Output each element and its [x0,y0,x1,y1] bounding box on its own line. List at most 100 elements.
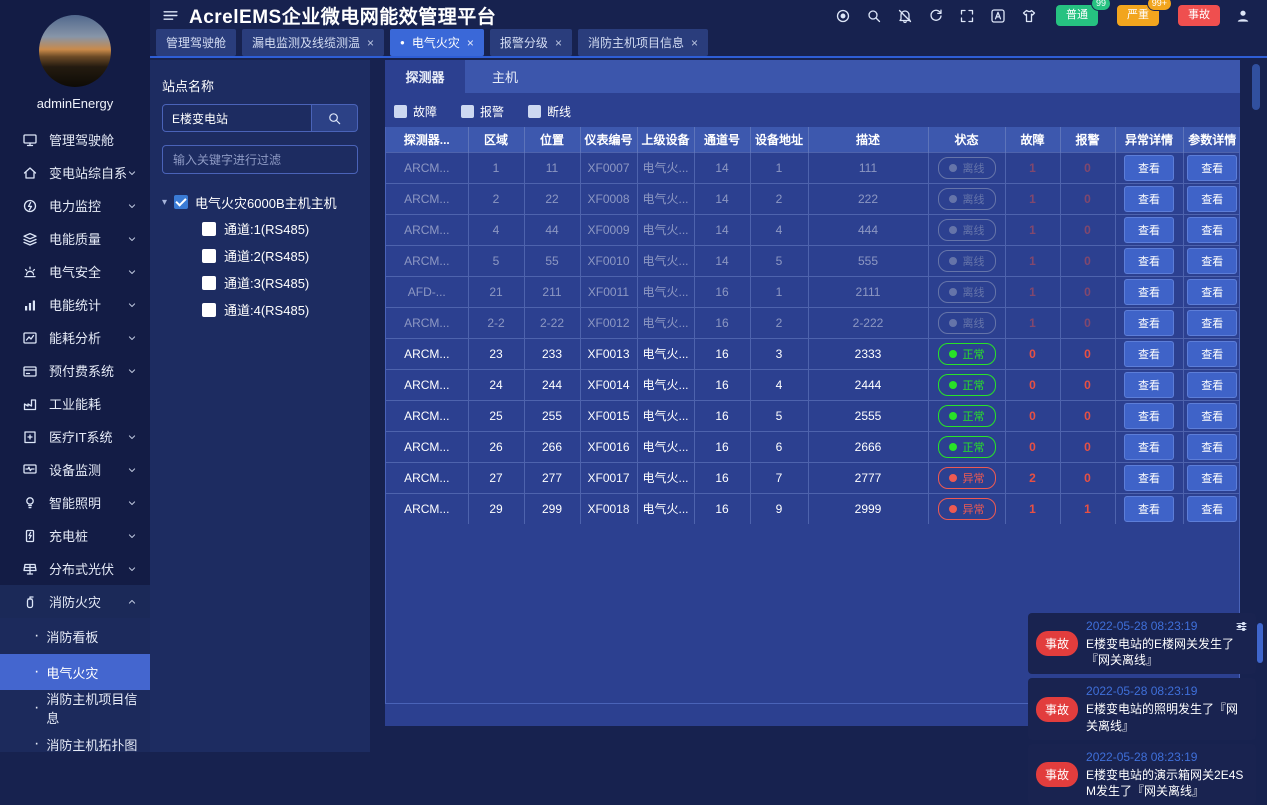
sidebar-item-prepaid[interactable]: 预付费系统 [0,354,150,387]
sidebar-item-device-monitor[interactable]: 设备监测 [0,453,150,486]
filter-checkbox-item[interactable]: 报警 [461,103,504,120]
view-param-button[interactable]: 查看 [1187,341,1237,367]
checkbox-icon[interactable] [528,105,541,118]
alarm-badge-0[interactable]: 普通99 [1056,5,1098,26]
view-param-button[interactable]: 查看 [1187,155,1237,181]
view-param-button[interactable]: 查看 [1187,310,1237,336]
sidebar-item-pv[interactable]: 分布式光伏 [0,552,150,585]
view-abnormal-button[interactable]: 查看 [1124,155,1174,181]
sidebar-item-safety[interactable]: 电气安全 [0,255,150,288]
view-param-button[interactable]: 查看 [1187,279,1237,305]
view-abnormal-button[interactable]: 查看 [1124,465,1174,491]
table-cell: XF0008 [580,183,637,214]
tree-child-node[interactable]: 通道:2(RS485) [162,242,358,269]
checkbox-icon[interactable] [461,105,474,118]
theme-button[interactable] [1021,8,1037,24]
sidebar-item-dashboard[interactable]: 管理驾驶舱 [0,123,150,156]
sidebar-subitem[interactable]: ·消防看板 [0,618,150,654]
tree-filter-input[interactable] [162,145,358,174]
sidebar-item-quality[interactable]: 电能质量 [0,222,150,255]
tree-child-checkbox[interactable] [202,249,216,263]
search-button[interactable] [866,8,882,24]
header-tab[interactable]: 管理驾驶舱 [156,29,236,56]
view-abnormal-button[interactable]: 查看 [1124,217,1174,243]
sidebar-item-stats[interactable]: 电能统计 [0,288,150,321]
view-abnormal-button[interactable]: 查看 [1124,279,1174,305]
tune-icon[interactable] [1235,620,1248,633]
view-abnormal-button[interactable]: 查看 [1124,341,1174,367]
tree-child-node[interactable]: 通道:4(RS485) [162,296,358,323]
record-button[interactable] [835,8,851,24]
tree-root-checkbox[interactable] [174,195,188,209]
chevron-down-icon [126,266,138,278]
station-name-input[interactable] [162,104,312,132]
table-cell: ARCM... [386,183,468,214]
sidebar-item-charging[interactable]: 充电桩 [0,519,150,552]
tree-child-checkbox[interactable] [202,276,216,290]
tree-child-node[interactable]: 通道:3(RS485) [162,269,358,296]
sidebar-subitem[interactable]: ·消防主机拓扑图 [0,726,150,752]
table-cell: 21 [468,276,524,307]
fullscreen-button[interactable] [959,8,975,24]
view-abnormal-button[interactable]: 查看 [1124,310,1174,336]
sidebar-item-label: 能耗分析 [49,328,126,347]
view-abnormal-button[interactable]: 查看 [1124,496,1174,522]
substation-icon [22,165,38,181]
view-param-button[interactable]: 查看 [1187,434,1237,460]
status-cell: 离线 [928,245,1005,276]
menu-toggle-icon[interactable] [162,7,179,24]
tree-child-checkbox[interactable] [202,222,216,236]
view-abnormal-button[interactable]: 查看 [1124,186,1174,212]
view-param-button[interactable]: 查看 [1187,465,1237,491]
tree-root-node[interactable]: ▾ 电气火灾6000B主机主机 [162,189,358,215]
translate-button[interactable] [990,8,1006,24]
view-param-button[interactable]: 查看 [1187,372,1237,398]
filter-checkbox-item[interactable]: 故障 [394,103,437,120]
table-cell: ARCM... [386,462,468,493]
filter-checkbox-item[interactable]: 断线 [528,103,571,120]
sidebar-item-lighting[interactable]: 智能照明 [0,486,150,519]
header-tab[interactable]: ●电气火灾× [390,29,484,56]
sidebar-item-analysis[interactable]: 能耗分析 [0,321,150,354]
alarm-count-cell: 0 [1060,276,1115,307]
avatar[interactable] [39,15,111,87]
vertical-scrollbar-thumb[interactable] [1252,64,1260,110]
tab-主机[interactable]: 主机 [465,60,545,93]
tree-caret-icon[interactable]: ▾ [162,197,167,208]
sidebar-item-fire[interactable]: 消防火灾 [0,585,150,618]
sidebar-item-medical[interactable]: 医疗IT系统 [0,420,150,453]
table-cell: 16 [694,307,750,338]
sidebar-item-substation[interactable]: 变电站综自系统 [0,156,150,189]
header-tab[interactable]: 报警分级× [490,29,572,56]
bell-off-button[interactable] [897,8,913,24]
chevron-down-icon [126,200,138,212]
view-abnormal-button[interactable]: 查看 [1124,372,1174,398]
sidebar-subitem[interactable]: ·电气火灾 [0,654,150,690]
sidebar-item-industry[interactable]: 工业能耗 [0,387,150,420]
table-cell: ARCM... [386,214,468,245]
view-abnormal-button[interactable]: 查看 [1124,434,1174,460]
sidebar-item-power[interactable]: 电力监控 [0,189,150,222]
tab-探测器[interactable]: 探测器 [385,60,465,93]
toast-scrollbar-thumb[interactable] [1257,623,1263,663]
refresh-button[interactable] [928,8,944,24]
tree-child-checkbox[interactable] [202,303,216,317]
view-abnormal-button[interactable]: 查看 [1124,248,1174,274]
alarm-badge-1[interactable]: 严重99+ [1117,5,1159,26]
alarm-count-cell: 0 [1060,400,1115,431]
tree-child-node[interactable]: 通道:1(RS485) [162,215,358,242]
view-param-button[interactable]: 查看 [1187,186,1237,212]
header-tab[interactable]: 漏电监测及线缆测温× [242,29,384,56]
station-search-button[interactable] [312,104,358,132]
view-param-button[interactable]: 查看 [1187,248,1237,274]
header-tab[interactable]: 消防主机项目信息× [578,29,708,56]
sidebar-subitem[interactable]: ·消防主机项目信息 [0,690,150,726]
view-abnormal-button[interactable]: 查看 [1124,403,1174,429]
checkbox-icon[interactable] [394,105,407,118]
view-param-button[interactable]: 查看 [1187,217,1237,243]
user-button[interactable] [1235,8,1251,24]
view-param-button[interactable]: 查看 [1187,403,1237,429]
alarm-badge-2[interactable]: 事故 [1178,5,1220,26]
status-badge: 离线 [938,219,996,241]
view-param-button[interactable]: 查看 [1187,496,1237,522]
